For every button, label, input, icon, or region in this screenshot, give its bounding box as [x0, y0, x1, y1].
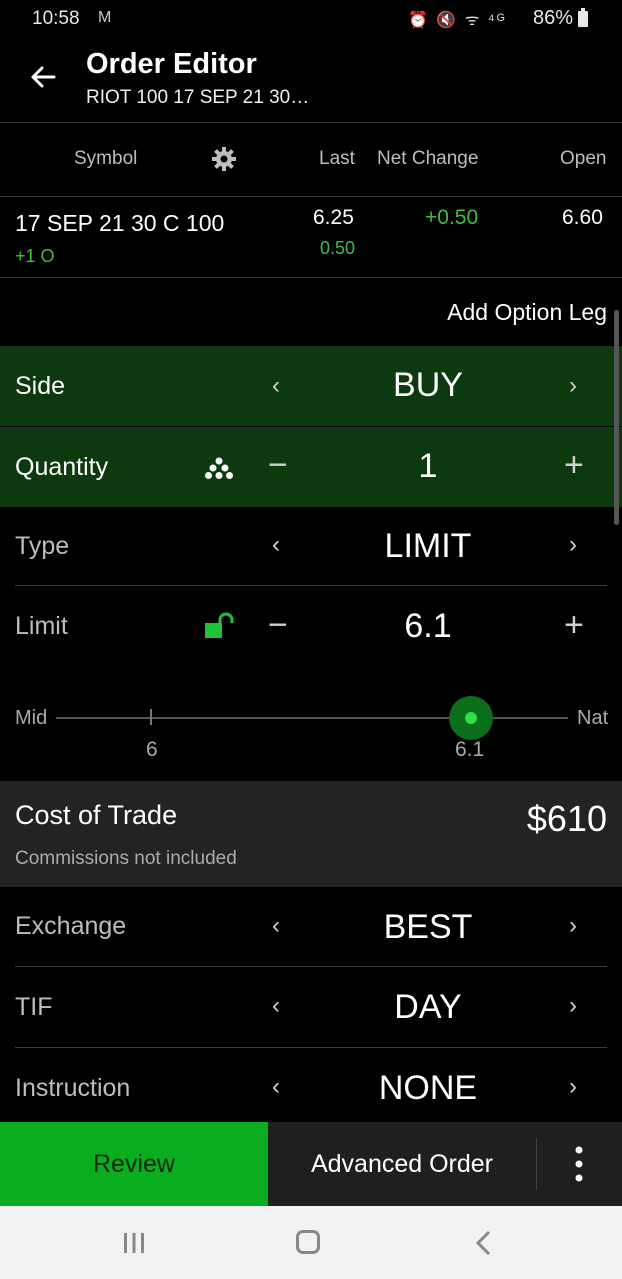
- add-option-leg-button[interactable]: Add Option Leg: [447, 299, 607, 326]
- limit-label: Limit: [15, 612, 68, 640]
- chevron-left-icon[interactable]: ‹: [272, 531, 280, 559]
- chevron-left-icon[interactable]: ‹: [272, 1073, 280, 1101]
- tif-value[interactable]: DAY: [328, 988, 528, 1027]
- last-change: 0.50: [320, 238, 356, 258]
- type-label: Type: [15, 532, 70, 560]
- recent-apps-icon[interactable]: [122, 1232, 146, 1254]
- gmail-icon: M: [98, 9, 112, 26]
- last-price: 6.25: [313, 206, 354, 229]
- side-row: [0, 346, 622, 426]
- chevron-left-icon[interactable]: ‹: [272, 992, 280, 1020]
- side-value[interactable]: BUY: [328, 366, 528, 405]
- slider-nat-label: Nat: [577, 707, 609, 729]
- gear-icon[interactable]: [211, 146, 237, 172]
- cost-of-trade-value: $610: [526, 798, 607, 839]
- slider-mid-label: Mid: [15, 707, 48, 729]
- plus-icon[interactable]: +: [564, 446, 584, 485]
- chevron-right-icon[interactable]: ›: [569, 531, 577, 559]
- limit-value[interactable]: 6.1: [328, 607, 528, 646]
- net-change: +0.50: [425, 206, 479, 229]
- divider: [15, 1047, 607, 1048]
- system-back-icon[interactable]: [472, 1230, 496, 1256]
- more-vertical-icon[interactable]: [575, 1146, 583, 1182]
- status-icons: ⏰ 🔇 ᯤ ⁴ᴳ: [408, 12, 507, 29]
- plus-icon[interactable]: +: [564, 606, 584, 645]
- slider-tick: [150, 709, 152, 725]
- instruction-label: Instruction: [15, 1074, 131, 1102]
- column-symbol[interactable]: Symbol: [74, 148, 137, 170]
- divider: [15, 585, 607, 586]
- chevron-left-icon[interactable]: ‹: [272, 912, 280, 940]
- quantity-label: Quantity: [15, 453, 109, 481]
- commissions-note: Commissions not included: [15, 848, 237, 869]
- slider-tick-label: 6: [146, 738, 158, 761]
- price-slider-thumb[interactable]: [449, 696, 493, 740]
- column-net-change[interactable]: Net Change: [377, 148, 478, 170]
- exchange-label: Exchange: [15, 912, 127, 940]
- exchange-value[interactable]: BEST: [328, 908, 528, 947]
- chevron-right-icon[interactable]: ›: [569, 912, 577, 940]
- column-open[interactable]: Open: [560, 148, 606, 170]
- minus-icon[interactable]: −: [268, 606, 288, 645]
- status-bar: 10:58 M ⏰ 🔇 ᯤ ⁴ᴳ 86%: [0, 0, 622, 40]
- open-price: 6.60: [562, 206, 603, 229]
- chevron-right-icon[interactable]: ›: [569, 992, 577, 1020]
- page-title: Order Editor: [86, 48, 257, 80]
- home-icon[interactable]: [296, 1230, 320, 1254]
- chevron-left-icon[interactable]: ‹: [272, 372, 280, 400]
- advanced-order-label[interactable]: Advanced Order: [268, 1150, 536, 1179]
- divider: [0, 122, 622, 123]
- cost-of-trade-label: Cost of Trade: [15, 800, 178, 830]
- quantity-value[interactable]: 1: [328, 447, 528, 486]
- divider: [15, 966, 607, 967]
- option-symbol[interactable]: 17 SEP 21 30 C 100: [15, 210, 224, 237]
- side-label: Side: [15, 372, 66, 400]
- column-last[interactable]: Last: [319, 148, 355, 170]
- chevron-right-icon[interactable]: ›: [569, 1073, 577, 1101]
- divider: [0, 196, 622, 197]
- status-time: 10:58: [32, 8, 80, 29]
- divider: [536, 1138, 537, 1190]
- unlock-icon[interactable]: [204, 612, 236, 640]
- chevron-right-icon[interactable]: ›: [569, 372, 577, 400]
- battery-percent: 86%: [533, 7, 574, 29]
- instruction-value[interactable]: NONE: [328, 1069, 528, 1108]
- slider-thumb-label: 6.1: [455, 738, 485, 761]
- tif-label: TIF: [15, 993, 53, 1021]
- scrollbar[interactable]: [614, 310, 619, 525]
- type-value[interactable]: LIMIT: [328, 527, 528, 566]
- lots-icon[interactable]: [205, 456, 233, 480]
- page-subtitle: RIOT 100 17 SEP 21 30…: [86, 87, 310, 108]
- divider: [0, 277, 622, 278]
- minus-icon[interactable]: −: [268, 446, 288, 485]
- review-label[interactable]: Review: [0, 1150, 268, 1179]
- back-arrow-icon[interactable]: [28, 62, 58, 92]
- position-label: +1 O: [15, 246, 55, 266]
- battery-icon: [578, 8, 588, 27]
